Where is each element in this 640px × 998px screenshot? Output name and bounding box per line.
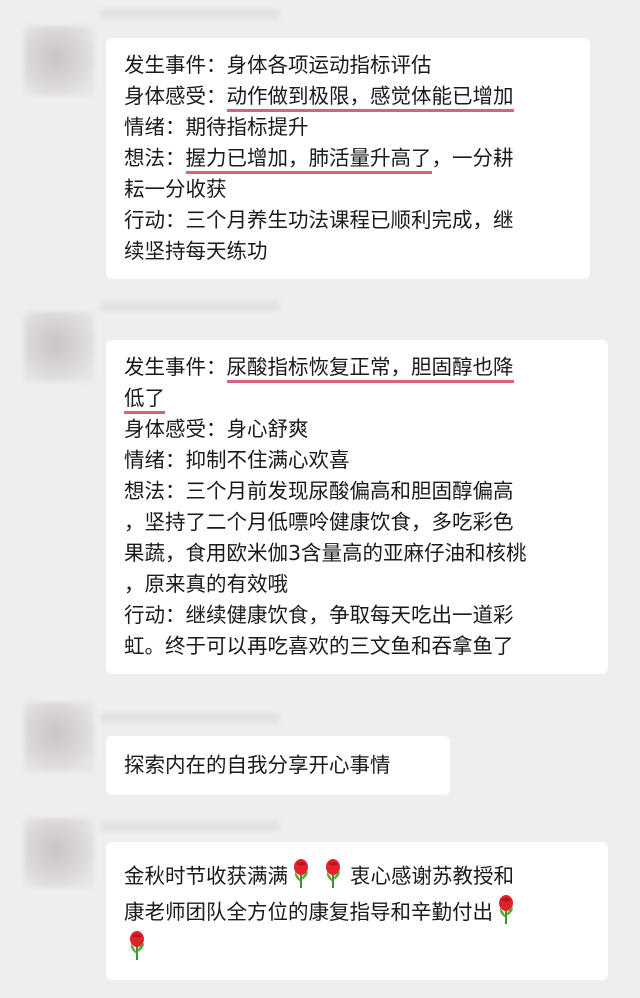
avatar[interactable] [24, 818, 94, 888]
sender-name [100, 820, 280, 832]
message-line: 行动：三个月养生功法课程已顺利完成，继 [124, 208, 514, 232]
underlined-text: 低了 [124, 386, 165, 414]
message-line: 身体感受：动作做到极限，感觉体能已增加 [124, 81, 576, 112]
avatar[interactable] [24, 702, 94, 772]
avatar[interactable] [24, 26, 94, 96]
message-line: 果蔬，食用欧米伽3含量高的亚麻仔油和核桃 [124, 541, 527, 565]
message-bubble[interactable]: 探索内在的自我分享开心事情 [106, 736, 450, 795]
rose-icon [320, 858, 346, 889]
message-bubble[interactable]: 发生事件：身体各项运动指标评估 身体感受：动作做到极限，感觉体能已增加 情绪：期… [106, 38, 590, 279]
message-line: 金秋时节收获满满 衷心感谢苏教授和 [124, 858, 594, 894]
message-line: 耘一分收获 [124, 177, 227, 201]
rose-icon [288, 858, 314, 889]
underlined-text: 动作做到极限，感觉体能已增加 [226, 84, 514, 112]
message-bubble[interactable]: 发生事件：尿酸指标恢复正常，胆固醇也降 低了 身体感受：身心舒爽 情绪：抑制不住… [106, 340, 608, 674]
underlined-text: 握力已增加，肺活量升高了 [185, 146, 432, 174]
message-line: 情绪：期待指标提升 [124, 115, 309, 139]
sender-name [100, 712, 280, 724]
message-line: 虹。终于可以再吃喜欢的三文鱼和吞拿鱼了 [124, 634, 514, 658]
message-line: ，原来真的有效哦 [124, 572, 288, 596]
message-line: 想法：握力已增加，肺活量升高了，一分耕 [124, 143, 576, 174]
message-line: 情绪：抑制不住满心欢喜 [124, 448, 350, 472]
message-line: 发生事件：尿酸指标恢复正常，胆固醇也降 [124, 352, 594, 383]
message-line: ，坚持了二个月低嘌呤健康饮食，多吃彩色 [124, 510, 514, 534]
avatar[interactable] [24, 312, 94, 382]
message-line [124, 930, 594, 966]
message-line: 身体感受：身心舒爽 [124, 417, 309, 441]
message-bubble[interactable]: 金秋时节收获满满 衷心感谢苏教授和 康老师团队全方位的康复指导和辛勤付出 [106, 842, 608, 980]
message-line: 探索内在的自我分享开心事情 [124, 753, 391, 777]
message-line: 康老师团队全方位的康复指导和辛勤付出 [124, 894, 594, 930]
rose-icon [493, 894, 519, 925]
message-line: 低了 [124, 383, 594, 414]
message-line: 想法：三个月前发现尿酸偏高和胆固醇偏高 [124, 479, 514, 503]
sender-name [100, 300, 280, 312]
sender-name [100, 8, 280, 20]
underlined-text: 尿酸指标恢复正常，胆固醇也降 [226, 355, 514, 383]
message-line: 续坚持每天练功 [124, 239, 268, 263]
message-line: 发生事件：身体各项运动指标评估 [124, 53, 432, 77]
rose-icon [124, 930, 150, 961]
message-line: 行动：继续健康饮食，争取每天吃出一道彩 [124, 603, 514, 627]
